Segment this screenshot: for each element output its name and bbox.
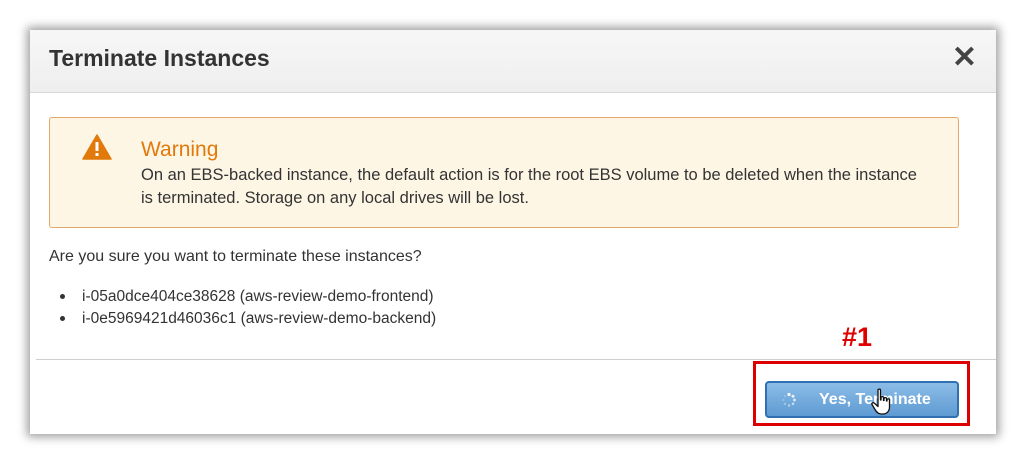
spinner-icon: [782, 392, 796, 407]
confirmation-question: Are you sure you want to terminate these…: [49, 248, 422, 265]
warning-panel: Warning On an EBS-backed instance, the d…: [49, 117, 959, 228]
close-icon[interactable]: ✕: [952, 43, 977, 73]
annotation-step-label: #1: [842, 322, 873, 352]
instance-list: i-05a0dce404ce38628 (aws-review-demo-fro…: [60, 286, 436, 330]
dialog-title: Terminate Instances: [49, 45, 270, 71]
hand-cursor-icon: [871, 388, 891, 415]
yes-terminate-button[interactable]: Yes, Terminate: [765, 381, 959, 418]
warning-title: Warning: [141, 138, 219, 161]
footer-divider: [36, 359, 996, 360]
dialog-header: Terminate Instances ✕: [30, 30, 996, 93]
list-item: i-05a0dce404ce38628 (aws-review-demo-fro…: [60, 286, 436, 308]
list-item: i-0e5969421d46036c1 (aws-review-demo-bac…: [60, 308, 436, 330]
warning-triangle-icon: [82, 134, 112, 160]
warning-message: On an EBS-backed instance, the default a…: [141, 166, 917, 207]
